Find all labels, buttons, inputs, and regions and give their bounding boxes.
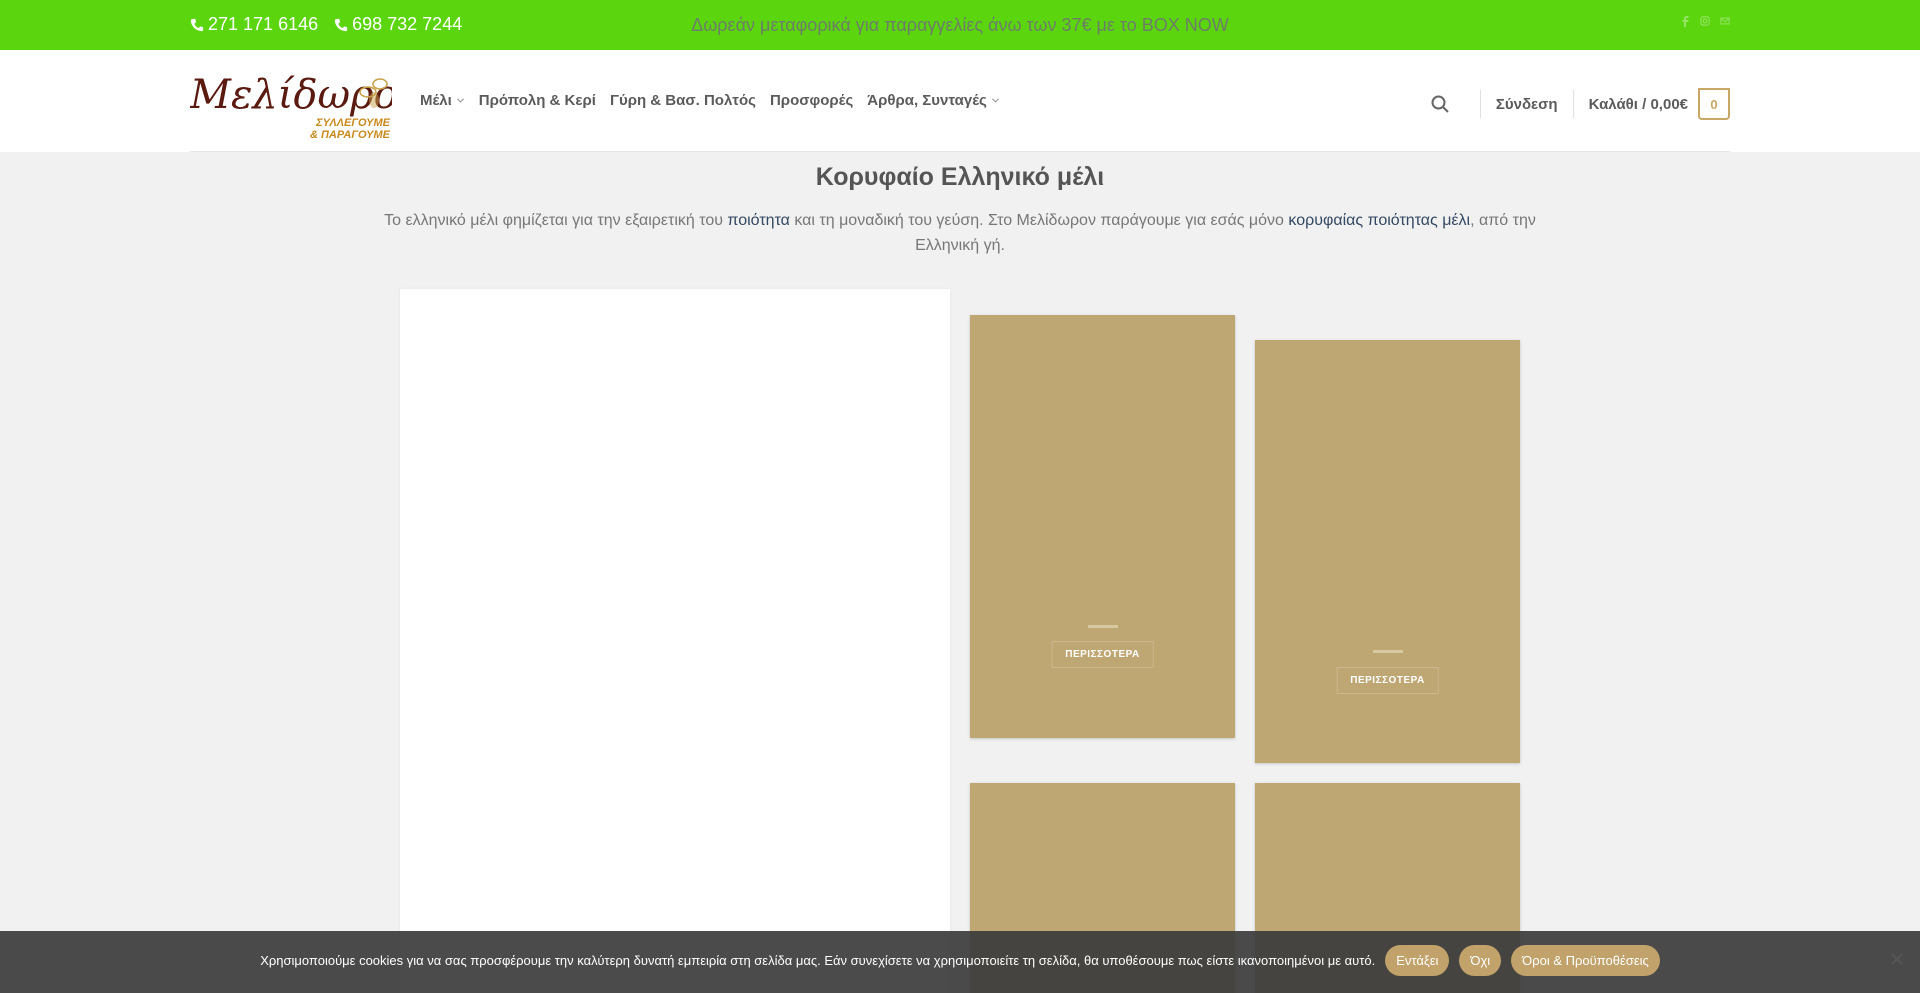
cart-link[interactable]: Καλάθι / 0,00€ 0 bbox=[1589, 88, 1730, 120]
quality-link[interactable]: ποιότητα bbox=[727, 212, 790, 229]
site-header: Μελίδωρον ΣΥΛΛΕΓΟΥΜΕ & ΠΑΡΑΓΟΥΜΕ Μέλι Πρ… bbox=[0, 50, 1920, 152]
page-title: Κορυφαίο Ελληνικό μέλι bbox=[815, 163, 1105, 191]
shipping-promo: Δωρεάν μεταφορικά για παραγγελίες άνω τω… bbox=[691, 15, 1229, 35]
more-button[interactable]: ΠΕΡΙΣΣΟΤΕΡΑ bbox=[1336, 667, 1439, 694]
nav-label: Προσφορές bbox=[769, 92, 854, 109]
close-icon[interactable] bbox=[1890, 952, 1904, 966]
divider bbox=[1479, 90, 1481, 118]
product-card[interactable]: ΠΕΡΙΣΣΟΤΕΡΑ bbox=[970, 315, 1235, 738]
nav-label: Πρόπολη & Κερί bbox=[478, 92, 596, 109]
main-nav: Μέλι Πρόπολη & Κερί Γύρη & Βασ. Πολτός Π… bbox=[420, 92, 1000, 109]
featured-image-panel bbox=[400, 289, 950, 993]
card-divider bbox=[1087, 625, 1118, 628]
nav-item-offers[interactable]: Προσφορές bbox=[770, 92, 853, 109]
instagram-icon[interactable] bbox=[1700, 15, 1710, 27]
nav-item-pollen[interactable]: Γύρη & Βασ. Πολτός bbox=[610, 92, 756, 109]
logo-tagline-1: ΣΥΛΛΕΓΟΥΜΕ bbox=[315, 117, 391, 129]
top-bar: 271 171 6146 698 732 7244 Δωρεάν μεταφορ… bbox=[0, 0, 1920, 50]
cookie-message: Χρησιμοποιούμε cookies για να σας προσφέ… bbox=[260, 953, 1376, 968]
nav-label: Γύρη & Βασ. Πολτός bbox=[609, 92, 756, 109]
intro-text: Το ελληνικό μέλι φημίζεται για την εξαιρ… bbox=[380, 208, 1540, 258]
cart-count-badge: 0 bbox=[1698, 88, 1730, 120]
nav-item-propolis[interactable]: Πρόπολη & Κερί bbox=[479, 92, 596, 109]
facebook-icon[interactable] bbox=[1680, 15, 1690, 27]
login-link[interactable]: Σύνδεση bbox=[1496, 96, 1558, 113]
card-divider bbox=[1372, 650, 1403, 653]
melidoron-logo[interactable]: Μελίδωρον ΣΥΛΛΕΓΟΥΜΕ & ΠΑΡΑΓΟΥΜΕ bbox=[190, 62, 392, 140]
nav-item-articles[interactable]: Άρθρα, Συνταγές bbox=[867, 92, 1000, 109]
header-actions: Σύνδεση Καλάθι / 0,00€ 0 bbox=[1430, 88, 1730, 120]
divider bbox=[1572, 90, 1574, 118]
search-icon[interactable] bbox=[1430, 94, 1450, 114]
logo-tagline-2: & ΠΑΡΑΓΟΥΜΕ bbox=[310, 129, 391, 140]
nav-item-honey[interactable]: Μέλι bbox=[420, 92, 465, 109]
cookie-accept-button[interactable]: Εντάξει bbox=[1385, 945, 1450, 976]
email-icon[interactable] bbox=[1720, 15, 1730, 27]
top-quality-honey-link[interactable]: κορυφαίας ποιότητας μέλι bbox=[1288, 212, 1470, 229]
intro-text-part1: Το ελληνικό μέλι φημίζεται για την εξαιρ… bbox=[384, 212, 728, 229]
product-card[interactable]: ΠΕΡΙΣΣΟΤΕΡΑ bbox=[1255, 340, 1520, 763]
more-button[interactable]: ΠΕΡΙΣΣΟΤΕΡΑ bbox=[1051, 641, 1154, 668]
intro-text-part2: και τη μοναδική του γεύση. Στο Μελίδωρον… bbox=[789, 212, 1289, 229]
nav-label: Άρθρα, Συνταγές bbox=[867, 92, 987, 109]
chevron-down-icon bbox=[456, 98, 464, 103]
cookie-decline-button[interactable]: Όχι bbox=[1459, 945, 1502, 976]
cookie-banner: Χρησιμοποιούμε cookies για να σας προσφέ… bbox=[0, 931, 1920, 993]
chevron-down-icon bbox=[991, 98, 999, 103]
cookie-terms-button[interactable]: Όροι & Προϋποθέσεις bbox=[1511, 945, 1660, 976]
cart-label: Καλάθι / 0,00€ bbox=[1588, 95, 1688, 113]
header-divider bbox=[190, 151, 1730, 152]
nav-label: Μέλι bbox=[420, 92, 452, 109]
social-links bbox=[1680, 15, 1730, 27]
